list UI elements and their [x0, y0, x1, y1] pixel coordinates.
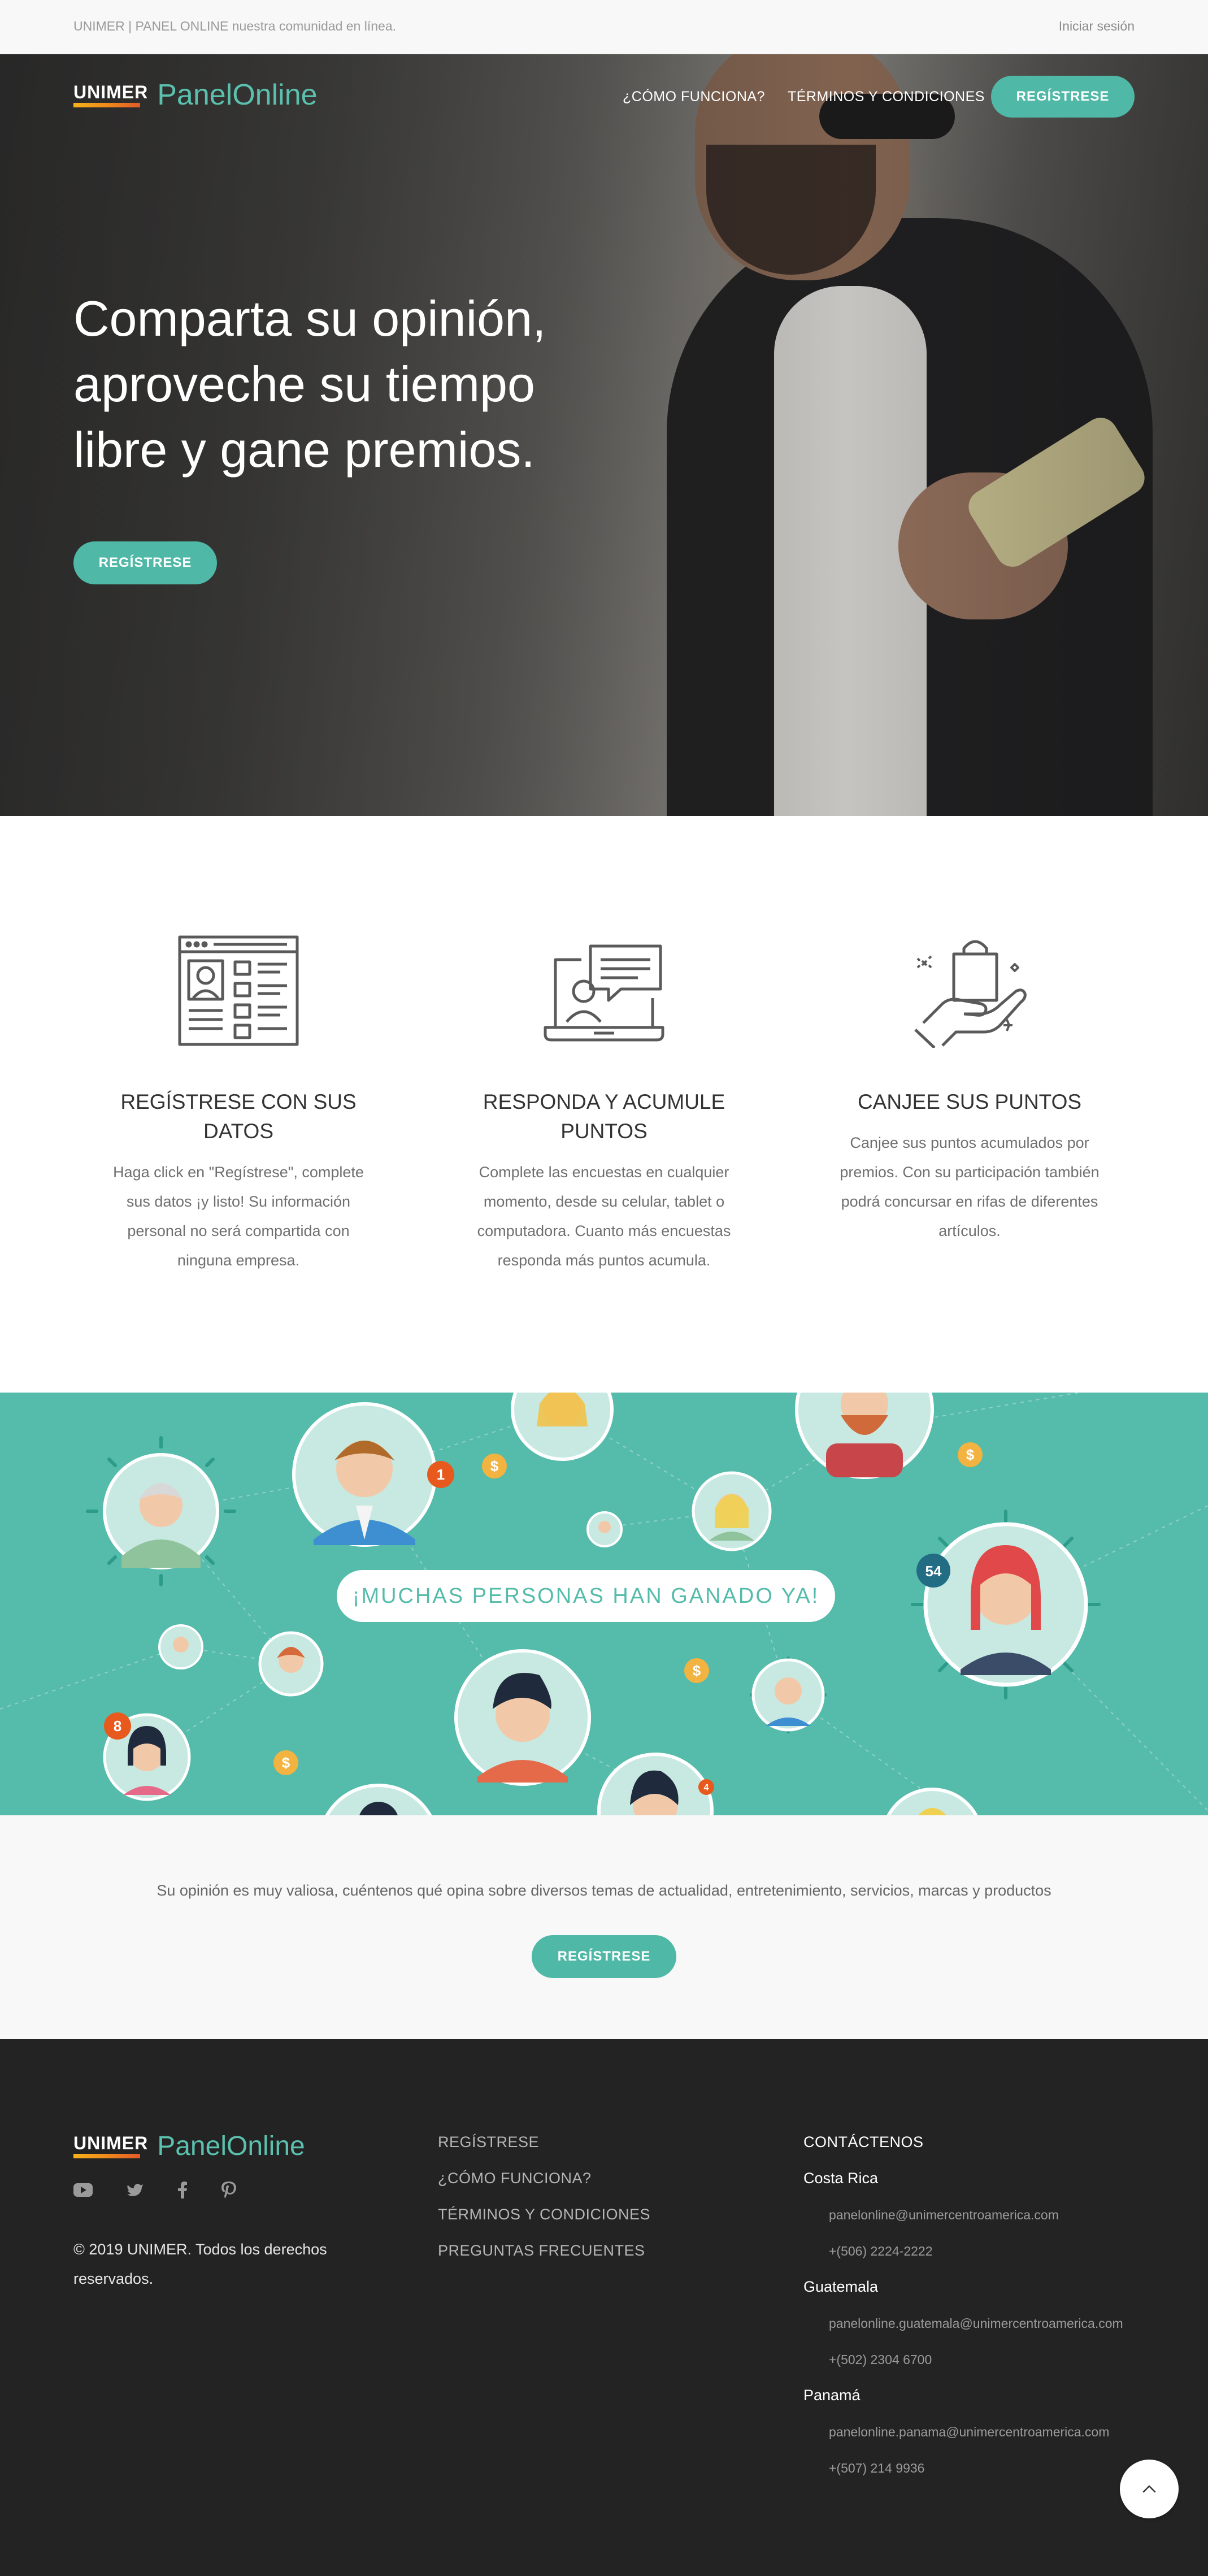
- hero-register-button[interactable]: REGÍSTRESE: [73, 541, 217, 584]
- coin-symbol: $: [282, 1754, 290, 1771]
- nav-link-como-funciona[interactable]: ¿CÓMO FUNCIONA?: [623, 89, 765, 105]
- footer-nav: REGÍSTRESE ¿CÓMO FUNCIONA? TÉRMINOS Y CO…: [438, 2133, 650, 2278]
- contact-country: Guatemala: [803, 2278, 879, 2295]
- hero-title: Comparta su opinión, aproveche su tiempo…: [73, 290, 546, 478]
- gift-bag-hand-icon: [914, 940, 1027, 1048]
- coin-symbol: $: [693, 1662, 701, 1679]
- cta-register-button[interactable]: REGÍSTRESE: [532, 1935, 676, 1978]
- chevron-up-icon: [1142, 2485, 1156, 2493]
- unimer-logo-text: UNIMER: [73, 2133, 149, 2153]
- contact-phone[interactable]: +(506) 2224-2222: [803, 2243, 1154, 2260]
- cta-section: Su opinión es muy valiosa, cuéntenos qué…: [0, 1815, 1208, 2039]
- header-logo[interactable]: UNIMER PanelOnline: [73, 78, 318, 112]
- main-nav: ¿CÓMO FUNCIONA? TÉRMINOS Y CONDICIONES: [623, 89, 985, 105]
- step-answer-text: Complete las encuestas en cualquier mome…: [477, 1164, 731, 1269]
- footer-link-preguntas[interactable]: PREGUNTAS FRECUENTES: [438, 2241, 650, 2260]
- step-redeem-title: CANJEE SUS PUNTOS: [857, 1090, 1082, 1113]
- contact-email[interactable]: panelonline.guatemala@unimercentroameric…: [803, 2315, 1154, 2332]
- unimer-logo-stripe: [73, 2154, 140, 2158]
- banner-headline: ¡MUCHAS PERSONAS HAN GANADO YA!: [337, 1570, 835, 1622]
- winner-badge: 54: [925, 1563, 942, 1580]
- step-redeem: CANJEE SUS PUNTOS Canjee sus puntos acum…: [834, 935, 1105, 1246]
- step-register-title: REGÍSTRESE CON SUS DATOS: [120, 1090, 357, 1143]
- footer-link-como-funciona[interactable]: ¿CÓMO FUNCIONA?: [438, 2169, 650, 2187]
- site-tagline: UNIMER | PANEL ONLINE nuestra comunidad …: [73, 19, 397, 33]
- winner-badge: 4: [704, 1783, 709, 1793]
- contact-country: Panamá: [803, 2387, 861, 2404]
- cta-text: Su opinión es muy valiosa, cuéntenos qué…: [157, 1882, 1051, 1899]
- nav-link-terminos[interactable]: TÉRMINOS Y CONDICIONES: [788, 89, 985, 105]
- contact-email[interactable]: panelonline@unimercentroamerica.com: [803, 2206, 1154, 2223]
- footer-link-registrese[interactable]: REGÍSTRESE: [438, 2133, 650, 2151]
- laptop-chat-icon: [544, 944, 664, 1042]
- footer-logo[interactable]: UNIMER PanelOnline: [73, 2131, 305, 2162]
- coin-symbol: $: [490, 1458, 499, 1475]
- social-links: [73, 2182, 236, 2198]
- footer-contact: CONTÁCTENOS Costa Rica panelonline@unime…: [803, 2133, 1154, 2477]
- step-answer-title: RESPONDA Y ACUMULE PUNTOS: [483, 1090, 725, 1143]
- panel-online-logo-text: PanelOnline: [157, 79, 318, 111]
- unimer-logo: UNIMER: [73, 83, 148, 107]
- contact-phone[interactable]: +(507) 214 9936: [803, 2460, 1154, 2477]
- facebook-icon[interactable]: [177, 2182, 188, 2198]
- youtube-icon[interactable]: [73, 2183, 93, 2197]
- twitter-icon[interactable]: [127, 2183, 144, 2197]
- copyright-text: © 2019 UNIMER. Todos los derechos reserv…: [73, 2241, 327, 2287]
- winner-badge: 8: [114, 1718, 121, 1734]
- coin-symbol: $: [966, 1446, 975, 1463]
- nav-register-button[interactable]: REGÍSTRESE: [991, 76, 1135, 118]
- step-redeem-text: Canjee sus puntos acumulados por premios…: [840, 1134, 1100, 1239]
- pinterest-icon[interactable]: [221, 2182, 236, 2198]
- top-bar: UNIMER | PANEL ONLINE nuestra comunidad …: [0, 0, 1208, 54]
- unimer-logo: UNIMER: [73, 2134, 148, 2158]
- contact-email[interactable]: panelonline.panama@unimercentroamerica.c…: [803, 2423, 1154, 2440]
- step-answer: RESPONDA Y ACUMULE PUNTOS Complete las e…: [468, 935, 740, 1275]
- web-form-icon: [178, 935, 299, 1046]
- contact-phone[interactable]: +(502) 2304 6700: [803, 2351, 1154, 2368]
- steps-section: REGÍSTRESE CON SUS DATOS Haga click en "…: [0, 816, 1208, 1393]
- panel-online-logo-text: PanelOnline: [157, 2131, 305, 2161]
- login-link[interactable]: Iniciar sesión: [1059, 19, 1135, 34]
- contact-country: Costa Rica: [803, 2170, 879, 2187]
- unimer-logo-stripe: [73, 102, 140, 107]
- step-register-text: Haga click en "Regístrese", complete sus…: [113, 1164, 364, 1269]
- contact-title: CONTÁCTENOS: [803, 2133, 924, 2150]
- step-register: REGÍSTRESE CON SUS DATOS Haga click en "…: [103, 935, 374, 1275]
- scroll-to-top-button[interactable]: [1120, 2460, 1179, 2518]
- unimer-logo-text: UNIMER: [73, 81, 149, 102]
- winner-badge: 1: [437, 1466, 445, 1483]
- footer-link-terminos[interactable]: TÉRMINOS Y CONDICIONES: [438, 2205, 650, 2223]
- winners-banner: $ $ $ $ 1 54 8 4 ¡MUCHAS PERSONAS HAN GA…: [0, 1393, 1208, 1815]
- footer: UNIMER PanelOnline © 2019 UNIMER. Todos …: [0, 2039, 1208, 2576]
